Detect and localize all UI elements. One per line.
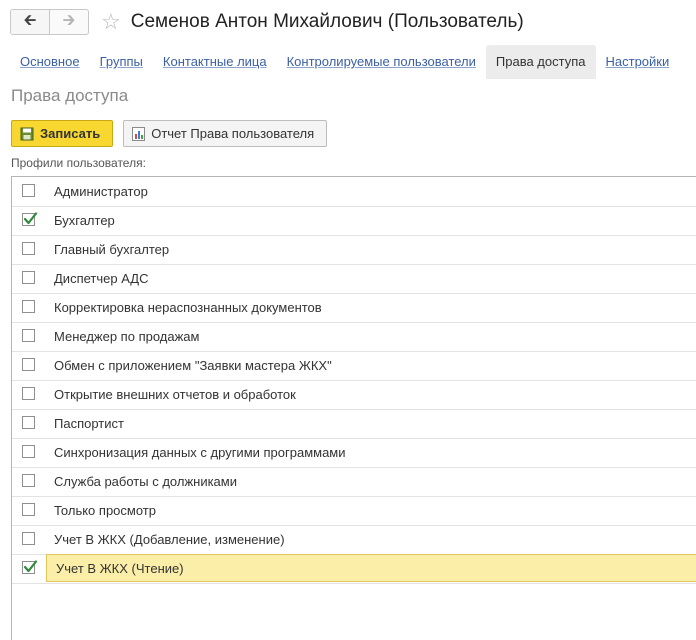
profile-label: Корректировка нераспознанных документов <box>54 300 322 315</box>
list-item[interactable]: Синхронизация данных с другими программа… <box>12 438 696 468</box>
profile-label: Главный бухгалтер <box>54 242 170 257</box>
profile-label: Обмен с приложением "Заявки мастера ЖКХ" <box>54 358 332 373</box>
checkmark-icon <box>23 212 38 225</box>
save-button[interactable]: Записать <box>11 120 114 147</box>
window-title: Семенов Антон Михайлович (Пользователь) <box>130 11 524 32</box>
navigation-buttons: 🡰 🡲 <box>10 9 89 35</box>
section-title: Права доступа <box>11 86 129 105</box>
profile-label: Служба работы с должниками <box>54 474 237 489</box>
list-item[interactable]: Менеджер по продажам <box>12 322 696 352</box>
profile-checkbox[interactable] <box>22 271 35 284</box>
save-button-label: Записать <box>40 126 101 141</box>
tab-controlled-users[interactable]: Контролируемые пользователи <box>277 45 486 79</box>
profile-checkbox[interactable] <box>22 300 35 313</box>
star-icon[interactable]: ☆ <box>101 10 121 34</box>
list-item[interactable]: Только просмотр <box>12 496 696 526</box>
arrow-left-icon: 🡰 <box>23 11 37 29</box>
profile-checkbox[interactable] <box>22 560 38 574</box>
profile-checkbox[interactable] <box>22 387 35 400</box>
forward-button[interactable]: 🡲 <box>50 10 88 34</box>
tab-settings[interactable]: Настройки <box>596 45 680 79</box>
report-button[interactable]: Отчет Права пользователя <box>123 120 328 147</box>
tab-main[interactable]: Основное <box>10 45 90 79</box>
toolbar: Записать Отчет Права пользователя <box>11 120 328 147</box>
list-item[interactable]: Главный бухгалтер <box>12 235 696 265</box>
profile-label: Менеджер по продажам <box>54 329 200 344</box>
tab-bar: Основное Группы Контактные лица Контроли… <box>10 45 679 79</box>
arrow-right-icon: 🡲 <box>62 11 76 29</box>
profile-label: Паспортист <box>54 416 124 431</box>
profile-label: Бухгалтер <box>54 213 115 228</box>
tab-groups[interactable]: Группы <box>90 45 153 79</box>
tab-access-rights[interactable]: Права доступа <box>485 45 596 79</box>
report-button-label: Отчет Права пользователя <box>151 126 315 141</box>
profile-checkbox[interactable] <box>22 212 38 226</box>
list-item[interactable]: Учет В ЖКХ (Добавление, изменение) <box>12 525 696 555</box>
profile-label: Диспетчер АДС <box>54 271 149 286</box>
list-item[interactable]: Служба работы с должниками <box>12 467 696 497</box>
list-item-selected[interactable]: Учет В ЖКХ (Чтение) <box>12 554 696 584</box>
profile-checkbox[interactable] <box>22 358 35 371</box>
profile-checkbox[interactable] <box>22 416 35 429</box>
profiles-list: Администратор Бухгалтер Главный бухгалте… <box>11 176 696 640</box>
list-item[interactable]: Паспортист <box>12 409 696 439</box>
list-item[interactable]: Бухгалтер <box>12 206 696 236</box>
list-item[interactable]: Корректировка нераспознанных документов <box>12 293 696 323</box>
profile-label: Администратор <box>54 184 148 199</box>
list-item[interactable]: Обмен с приложением "Заявки мастера ЖКХ" <box>12 351 696 381</box>
save-icon <box>20 127 34 140</box>
profile-label: Синхронизация данных с другими программа… <box>54 445 346 460</box>
profile-checkbox[interactable] <box>22 532 35 545</box>
list-item[interactable]: Диспетчер АДС <box>12 264 696 294</box>
profile-checkbox[interactable] <box>22 503 35 516</box>
profile-checkbox[interactable] <box>22 445 35 458</box>
list-item[interactable]: Администратор <box>12 177 696 207</box>
back-button[interactable]: 🡰 <box>11 10 50 34</box>
tab-contacts[interactable]: Контактные лица <box>153 45 277 79</box>
profiles-label: Профили пользователя: <box>11 156 146 170</box>
title-bar: 🡰 🡲 ☆ Семенов Антон Михайлович (Пользова… <box>10 8 524 36</box>
profile-checkbox[interactable] <box>22 242 35 255</box>
profile-label: Учет В ЖКХ (Чтение) <box>56 561 184 576</box>
profile-label: Только просмотр <box>54 503 156 518</box>
report-icon <box>132 126 146 141</box>
list-item[interactable]: Открытие внешних отчетов и обработок <box>12 380 696 410</box>
profile-checkbox[interactable] <box>22 329 35 342</box>
checkmark-icon <box>23 560 38 573</box>
profile-label: Открытие внешних отчетов и обработок <box>54 387 296 402</box>
profile-checkbox[interactable] <box>22 184 35 197</box>
profile-checkbox[interactable] <box>22 474 35 487</box>
profile-label: Учет В ЖКХ (Добавление, изменение) <box>54 532 285 547</box>
